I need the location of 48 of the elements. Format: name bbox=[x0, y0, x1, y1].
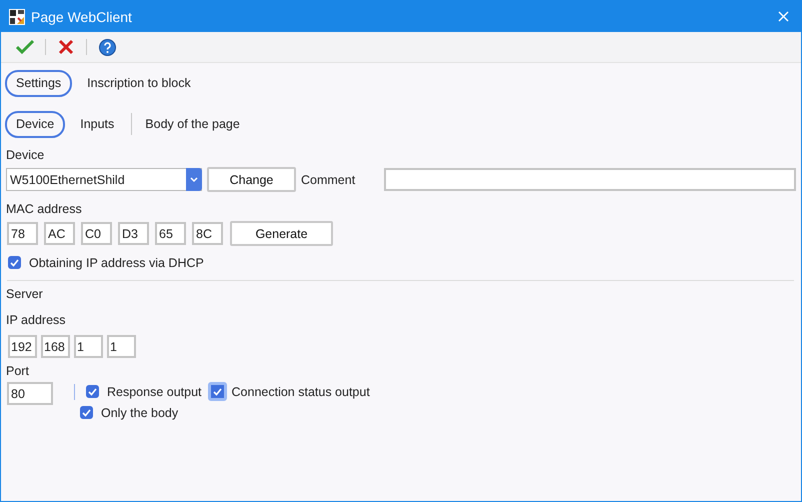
checkbox[interactable] bbox=[86, 385, 99, 398]
tab[interactable]: Body of the page bbox=[134, 110, 251, 138]
checkmark-icon bbox=[212, 388, 222, 396]
checkbox-label: Obtaining IP address via DHCP bbox=[29, 256, 204, 270]
checkbox[interactable] bbox=[80, 406, 93, 419]
section-title: Server bbox=[6, 287, 44, 301]
checkmark-icon bbox=[10, 258, 19, 266]
checkbox[interactable] bbox=[8, 256, 21, 269]
cancel-button[interactable] bbox=[56, 37, 76, 57]
generate-button[interactable]: Generate bbox=[230, 221, 333, 246]
port-field[interactable]: 80 bbox=[7, 382, 53, 405]
field-label: Comment bbox=[301, 172, 356, 186]
chevron-down-icon bbox=[190, 176, 198, 182]
comment-field[interactable] bbox=[384, 168, 796, 191]
close-icon[interactable] bbox=[778, 11, 789, 22]
app-icon bbox=[9, 8, 25, 24]
ip-octet-field[interactable]: 1 bbox=[107, 335, 136, 358]
mac-octet-field[interactable]: D3 bbox=[118, 222, 149, 245]
mac-octet-field[interactable]: AC bbox=[44, 222, 75, 245]
ip-octet-field[interactable]: 192 bbox=[8, 335, 37, 358]
change-button[interactable]: Change bbox=[207, 167, 296, 192]
mac-octet-field[interactable]: 65 bbox=[155, 222, 186, 245]
checkmark-icon bbox=[16, 39, 34, 55]
tab[interactable]: Settings bbox=[5, 70, 72, 96]
mac-octet-field[interactable]: C0 bbox=[81, 222, 112, 245]
checkbox-label: Connection status output bbox=[232, 384, 370, 398]
tab[interactable]: Inscription to block bbox=[76, 70, 202, 96]
checkmark-icon bbox=[82, 408, 91, 416]
field-label: Port bbox=[6, 364, 30, 378]
checkbox-label: Response output bbox=[107, 384, 202, 398]
field-label: MAC address bbox=[6, 202, 83, 216]
checkbox[interactable] bbox=[208, 382, 227, 401]
window-title: Page WebClient bbox=[31, 8, 133, 24]
help-icon bbox=[98, 38, 116, 56]
help-button[interactable] bbox=[97, 37, 117, 57]
device-dropdown[interactable]: W5100EthernetShild bbox=[6, 168, 202, 191]
mac-octet-field[interactable]: 8C bbox=[192, 222, 223, 245]
mac-octet-field[interactable]: 78 bbox=[7, 222, 38, 245]
tab[interactable]: Inputs bbox=[69, 110, 126, 138]
ip-octet-field[interactable]: 1 bbox=[74, 335, 103, 358]
checkbox-label: Only the body bbox=[101, 406, 178, 420]
close-icon bbox=[58, 39, 74, 55]
field-label: Device bbox=[6, 148, 46, 162]
field-label: IP address bbox=[6, 313, 67, 327]
tab[interactable]: Device bbox=[5, 110, 66, 138]
ip-octet-field[interactable]: 168 bbox=[41, 335, 70, 358]
ok-button[interactable] bbox=[15, 37, 35, 57]
checkmark-icon bbox=[88, 388, 97, 396]
